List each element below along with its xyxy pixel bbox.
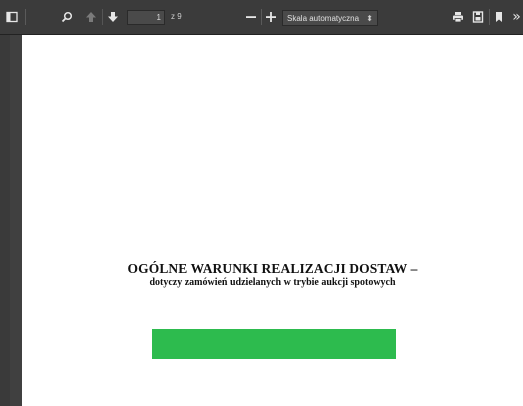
toolbar-separator bbox=[102, 9, 103, 25]
more-tools-icon: » bbox=[512, 9, 521, 25]
more-tools-button[interactable]: » bbox=[510, 8, 523, 26]
chevron-up-down-icon: ⬍ bbox=[366, 13, 373, 23]
print-button[interactable] bbox=[451, 8, 465, 26]
zoom-in-button[interactable] bbox=[264, 8, 278, 26]
zoom-select-value: Skala automatyczna bbox=[287, 13, 360, 23]
zoom-in-icon bbox=[266, 12, 276, 22]
document-title: OGÓLNE WARUNKI REALIZACJI DOSTAW – bbox=[127, 261, 418, 276]
document-subtitle: dotyczy zamówień udzielanych w trybie au… bbox=[149, 277, 396, 288]
toolbar-separator bbox=[25, 9, 26, 25]
bookmark-button[interactable] bbox=[492, 8, 506, 26]
green-banner bbox=[152, 329, 396, 359]
sidebar-toggle-icon bbox=[6, 11, 18, 23]
pdf-page: OGÓLNE WARUNKI REALIZACJI DOSTAW – dotyc… bbox=[22, 35, 523, 406]
print-icon bbox=[453, 12, 463, 23]
bookmark-icon bbox=[496, 12, 502, 22]
previous-page-icon bbox=[86, 12, 96, 22]
next-page-button[interactable] bbox=[106, 8, 120, 26]
zoom-out-icon bbox=[246, 16, 256, 18]
download-button[interactable] bbox=[471, 8, 485, 26]
pdf-toolbar: z 9 Skala automatyczna ⬍ bbox=[0, 0, 523, 35]
search-icon bbox=[61, 11, 73, 23]
page-number-input[interactable] bbox=[127, 10, 165, 25]
zoom-select[interactable]: Skala automatyczna ⬍ bbox=[282, 10, 378, 26]
toolbar-separator bbox=[489, 9, 490, 25]
toolbar-separator bbox=[261, 9, 262, 25]
sidebar-toggle-button[interactable] bbox=[5, 8, 19, 26]
previous-page-button[interactable] bbox=[84, 8, 98, 26]
download-icon bbox=[472, 11, 484, 23]
viewer-left-edge bbox=[0, 35, 10, 406]
zoom-out-button[interactable] bbox=[244, 8, 258, 26]
page-count-label: z 9 bbox=[171, 12, 182, 21]
next-page-icon bbox=[108, 12, 118, 22]
search-button[interactable] bbox=[60, 8, 74, 26]
